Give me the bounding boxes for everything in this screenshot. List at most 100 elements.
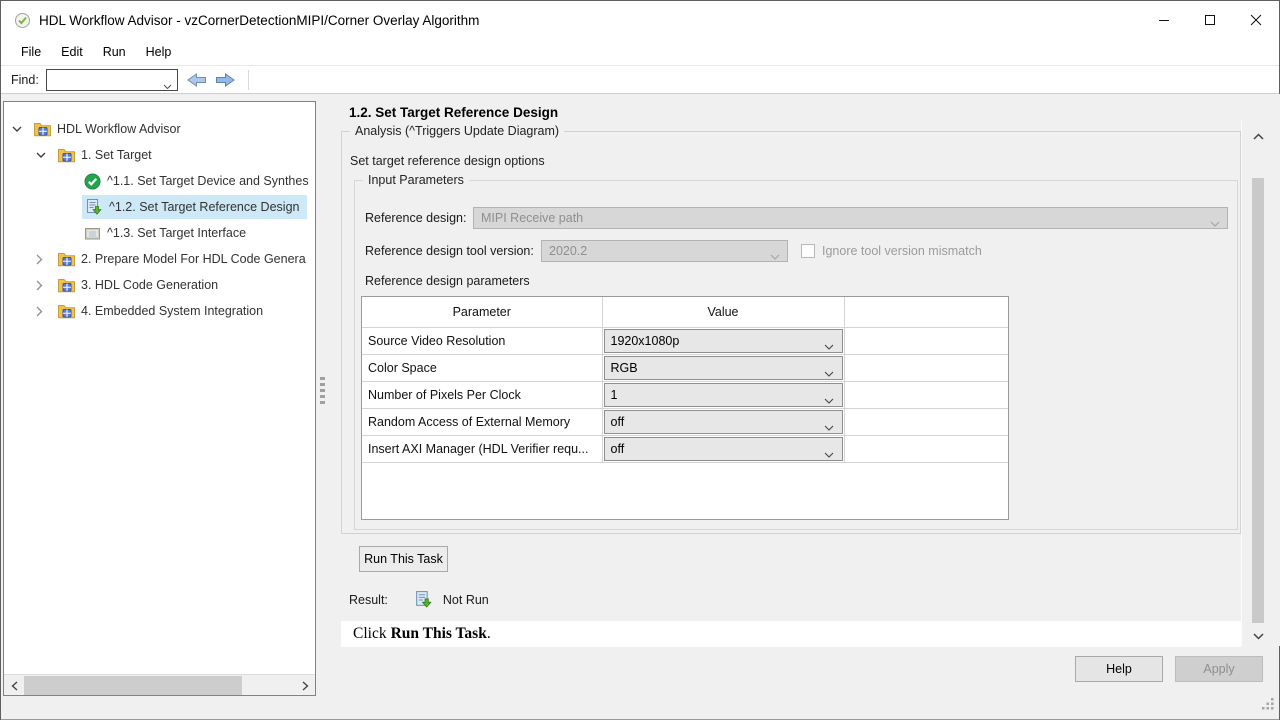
chevron-down-icon xyxy=(163,78,172,93)
task-detail-panel: 1.2. Set Target Reference Design Analysi… xyxy=(331,94,1280,646)
parameters-table: Parameter Value Source Video Resolution … xyxy=(361,296,1009,520)
tree-item-set-target-reference-design[interactable]: ^1.2. Set Target Reference Design xyxy=(4,194,315,220)
scroll-up-icon[interactable] xyxy=(1249,127,1267,145)
panel-vertical-scrollbar[interactable] xyxy=(1249,121,1267,646)
tool-version-combobox: 2020.2 xyxy=(541,240,788,262)
scroll-left-icon[interactable] xyxy=(4,675,24,696)
chevron-expanded-icon[interactable] xyxy=(36,152,50,159)
tree-horizontal-scrollbar[interactable] xyxy=(4,674,315,695)
message-suffix: . xyxy=(487,625,491,643)
tree-item-label: 2. Prepare Model For HDL Code Genera xyxy=(81,252,306,266)
app-check-icon xyxy=(14,12,31,29)
tool-version-row: Reference design tool version: xyxy=(365,240,534,262)
pixels-per-clock-combobox[interactable]: 1 xyxy=(604,383,843,407)
help-button[interactable]: Help xyxy=(1075,656,1163,682)
task-list-icon xyxy=(84,226,101,241)
tree-item-label: ^1.3. Set Target Interface xyxy=(107,226,246,240)
empty-cell xyxy=(844,408,1008,435)
result-row: Result: Not Run xyxy=(349,590,489,609)
param-value: off xyxy=(611,442,625,456)
find-previous-button[interactable] xyxy=(186,72,207,88)
tree-item-embedded-system-integration[interactable]: 4. Embedded System Integration xyxy=(4,298,315,324)
table-header-row: Parameter Value xyxy=(362,297,1008,327)
empty-cell xyxy=(844,354,1008,381)
workflow-folder-icon xyxy=(58,252,75,267)
param-value: RGB xyxy=(611,361,638,375)
tree-item-label: 1. Set Target xyxy=(81,148,152,162)
tree-item-hdl-code-generation[interactable]: 3. HDL Code Generation xyxy=(4,272,315,298)
tree-item-set-target-interface[interactable]: ^1.3. Set Target Interface xyxy=(4,220,315,246)
title-bar: HDL Workflow Advisor - vzCornerDetection… xyxy=(1,1,1279,39)
chevron-expanded-icon[interactable] xyxy=(12,126,26,133)
param-value: 1920x1080p xyxy=(611,334,680,348)
param-value: off xyxy=(611,415,625,429)
run-this-task-button[interactable]: Run This Task xyxy=(359,546,448,572)
find-label: Find: xyxy=(11,73,39,87)
param-name: Insert AXI Manager (HDL Verifier requ... xyxy=(362,435,602,462)
tree-item-label: ^1.1. Set Target Device and Synthes xyxy=(107,174,309,188)
tree-item-set-target-device[interactable]: ^1.1. Set Target Device and Synthes xyxy=(4,168,315,194)
footer-button-bar: Help Apply xyxy=(331,646,1280,696)
table-row: Color Space RGB xyxy=(362,354,1008,381)
empty-cell xyxy=(844,435,1008,462)
task-message: ClickRun This Task. xyxy=(341,621,1241,647)
chevron-down-icon xyxy=(824,366,834,380)
window-title: HDL Workflow Advisor - vzCornerDetection… xyxy=(39,13,479,28)
tree-item-hdl-workflow-advisor[interactable]: HDL Workflow Advisor xyxy=(4,116,315,142)
menu-file[interactable]: File xyxy=(11,42,51,62)
chevron-collapsed-icon[interactable] xyxy=(36,254,50,265)
tree-item-set-target[interactable]: 1. Set Target xyxy=(4,142,315,168)
table-row: Number of Pixels Per Clock 1 xyxy=(362,381,1008,408)
back-arrow-icon xyxy=(186,72,207,88)
color-space-combobox[interactable]: RGB xyxy=(604,356,843,380)
table-row: Insert AXI Manager (HDL Verifier requ...… xyxy=(362,435,1008,462)
scroll-right-icon[interactable] xyxy=(295,675,315,696)
empty-cell xyxy=(844,327,1008,354)
find-combobox[interactable] xyxy=(46,69,178,91)
empty-cell xyxy=(844,381,1008,408)
tree-item-label: 3. HDL Code Generation xyxy=(81,278,218,292)
chevron-down-icon xyxy=(824,420,834,434)
reference-design-label: Reference design: xyxy=(365,211,466,225)
workflow-folder-icon xyxy=(34,122,51,137)
panel-splitter[interactable] xyxy=(316,94,331,696)
close-button[interactable] xyxy=(1233,1,1279,39)
menu-run[interactable]: Run xyxy=(93,42,136,62)
minimize-button[interactable] xyxy=(1141,1,1187,39)
reference-design-value: MIPI Receive path xyxy=(481,211,583,225)
source-video-resolution-combobox[interactable]: 1920x1080p xyxy=(604,329,843,353)
task-heading: 1.2. Set Target Reference Design xyxy=(349,105,558,120)
message-prefix: Click xyxy=(353,625,387,643)
menu-edit[interactable]: Edit xyxy=(51,42,93,62)
splitter-grip xyxy=(320,377,325,407)
scrollbar-thumb[interactable] xyxy=(1252,178,1264,623)
menu-help[interactable]: Help xyxy=(136,42,182,62)
find-next-button[interactable] xyxy=(215,72,236,88)
input-parameters-label: Input Parameters xyxy=(363,173,469,187)
chevron-down-icon xyxy=(1210,216,1220,230)
chevron-down-icon xyxy=(770,249,780,263)
hdl-workflow-advisor-window: HDL Workflow Advisor - vzCornerDetection… xyxy=(0,0,1280,720)
analysis-groupbox: Analysis (^Triggers Update Diagram) Set … xyxy=(341,131,1241,534)
workflow-folder-icon xyxy=(58,148,75,163)
reference-design-combobox: MIPI Receive path xyxy=(473,207,1228,229)
tree-item-prepare-model[interactable]: 2. Prepare Model For HDL Code Genera xyxy=(4,246,315,272)
maximize-button[interactable] xyxy=(1187,1,1233,39)
workflow-folder-icon xyxy=(58,304,75,319)
random-access-combobox[interactable]: off xyxy=(604,410,843,434)
insert-axi-manager-combobox[interactable]: off xyxy=(604,437,843,461)
chevron-collapsed-icon[interactable] xyxy=(36,306,50,317)
param-name: Random Access of External Memory xyxy=(362,408,602,435)
input-parameters-groupbox: Input Parameters Reference design: MIPI … xyxy=(354,180,1238,530)
column-header-value: Value xyxy=(602,297,844,327)
result-status: Not Run xyxy=(443,593,489,607)
tree-item-label: ^1.2. Set Target Reference Design xyxy=(109,200,299,214)
chevron-collapsed-icon[interactable] xyxy=(36,280,50,291)
resize-grip-icon[interactable] xyxy=(1262,698,1274,713)
scroll-down-icon[interactable] xyxy=(1249,627,1267,645)
forward-arrow-icon xyxy=(215,72,236,88)
table-row: Random Access of External Memory off xyxy=(362,408,1008,435)
result-label: Result: xyxy=(349,593,388,607)
scrollbar-thumb[interactable] xyxy=(24,676,242,695)
param-name: Number of Pixels Per Clock xyxy=(362,381,602,408)
